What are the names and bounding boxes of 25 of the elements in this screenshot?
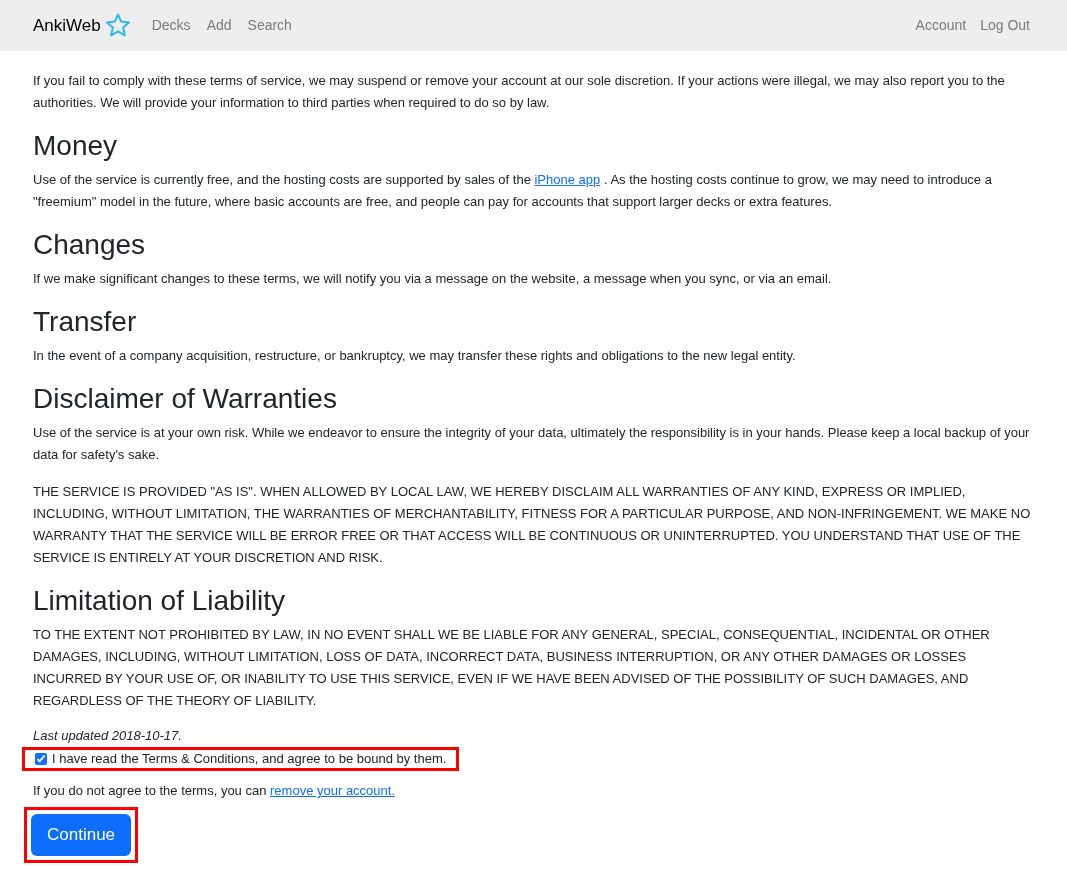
checkbox[interactable] — [35, 753, 47, 765]
paragraph: THE SERVICE IS PROVIDED "AS IS". WHEN ALLOWED BY LOCAL LAW, WE HEREBY DISCLAIM ALL WARRANTIES OF ANY KIND, EXPRESS OR IMPLIED, INCLUDING, WITHOUT LIMITATION, THE WARRANTIES OF MERCHANTABILITY, FITNESS FOR A PARTICULAR PURPOSE, AND NON-INFRINGEMENT. WE MAKE NO WARRANTY THAT THE SERVICE WILL BE ERROR FREE OR THAT ACCESS WILL BE CONTINUOUS OR UNINTERRUPTED. YOU UNDERSTAND THAT USE OF THE SERVICE IS ENTIRELY AT YOUR DISCRETION AND RISK. — [33, 483, 1032, 567]
nav-link[interactable]: Add — [206, 15, 232, 36]
paragraph: TO THE EXTENT NOT PROHIBITED BY LAW, IN NO EVENT SHALL WE BE LIABLE FOR ANY GENERAL, SPECIAL, CONSEQUENTIAL, INCIDENTAL OR OTHER DAMAGES, INCLUDING, WITHOUT LIMITATION, LOSS OF DATA, INCORRECT DATA, BUSINESS INTERRUPTION, OR ANY OTHER DAMAGES OR LOSSES INCURRED BY YOUR USE OF, OR INABILITY TO USE THIS SERVICE, EVEN IF WE HAVE BEEN ADVISED OF THE POSSIBILITY OF SUCH DAMAGES, AND REGARDLESS OF THE THEORY OF LIABILITY. — [33, 626, 991, 710]
brand-link[interactable]: AnkiWeb — [33, 12, 101, 39]
paragraph: Use of the service is at your own risk. While we endeavor to ensure the integrity of your data, ultimately the responsibility is in your hands. Please keep a local backup of your data for safety's sake. — [33, 424, 1031, 464]
nav-link[interactable]: Search — [247, 15, 292, 36]
paragraph: If we make significant changes to these terms, we will notify you via a message on the website, a message when you sync, or via an email. — [33, 270, 833, 288]
nav-link[interactable]: Log Out — [980, 15, 1030, 36]
paragraph: In the event of a company acquisition, restructure, or bankruptcy, we may transfer these rights and obligations to the new legal entity. — [33, 347, 797, 365]
section-heading: Money — [33, 129, 119, 163]
checkbox-label[interactable]: I have read the Terms & Conditions, and agree to be bound by them. — [52, 750, 447, 768]
paragraph: Use of the service is currently free, and the hosting costs are supported by sales of the iPhone app . As the hosting costs continue to grow, we may need to introduce a "freemium" model in the future, where basic accounts are free, and people can pay for accounts that support larger decks or extra features. — [33, 171, 993, 211]
nav-link[interactable]: Account — [915, 15, 967, 36]
last-updated-text: Last updated 2018-10-17. — [33, 727, 183, 745]
remove-account-link[interactable]: remove your account. — [270, 783, 396, 798]
section-heading: Transfer — [33, 305, 138, 339]
notice-text: If you do not agree to the terms, you can remove your account. — [33, 782, 397, 800]
continue-button[interactable]: Continue — [31, 814, 132, 856]
text-link[interactable]: iPhone app — [534, 172, 601, 187]
nav-link[interactable]: Decks — [151, 15, 191, 36]
section-heading: Limitation of Liability — [33, 584, 287, 618]
paragraph: If you fail to comply with these terms of service, we may suspend or remove your account at our sole discretion. If your actions were illegal, we may also report you to the authorities. We will provide your information to third parties when required to do so by law. — [33, 72, 1006, 112]
section-heading: Changes — [33, 228, 147, 262]
section-heading: Disclaimer of Warranties — [33, 382, 338, 416]
